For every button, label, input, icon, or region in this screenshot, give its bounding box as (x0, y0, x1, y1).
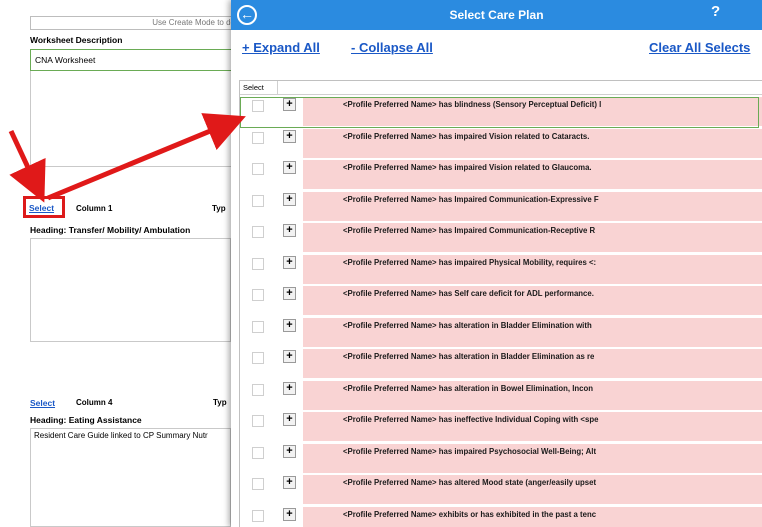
heading-row-4: Heading: Eating Assistance (30, 415, 142, 425)
care-plan-row[interactable]: + <Profile Preferred Name> has ineffectiv… (240, 412, 762, 442)
row-select-checkbox[interactable] (252, 446, 264, 459)
modal-header: Select Care Plan ← ? (231, 0, 762, 30)
care-plan-row[interactable]: + <Profile Preferred Name> has Impaired C… (240, 191, 762, 222)
row-select-checkbox[interactable] (252, 194, 264, 207)
row-select-checkbox[interactable] (252, 320, 264, 333)
row-text[interactable]: <Profile Preferred Name> has Impaired Co… (343, 195, 753, 204)
row-text[interactable]: <Profile Preferred Name> exhibits or has… (343, 510, 753, 519)
expand-row-icon[interactable]: + (283, 350, 296, 363)
column-4-content-text: Resident Care Guide linked to CP Summary… (34, 431, 208, 440)
care-plan-row[interactable]: + <Profile Preferred Name> has impaired V… (240, 160, 762, 190)
care-plan-row[interactable]: + <Profile Preferred Name> has altered Mo… (240, 475, 762, 505)
column-4-content-box[interactable]: Resident Care Guide linked to CP Summary… (30, 428, 231, 527)
heading-row-1: Heading: Transfer/ Mobility/ Ambulation (30, 225, 190, 235)
row-select-checkbox[interactable] (252, 478, 264, 490)
row-text[interactable]: <Profile Preferred Name> has impaired Ps… (343, 447, 753, 456)
row-select-checkbox[interactable] (252, 163, 264, 175)
expand-row-icon[interactable]: + (283, 444, 296, 458)
row-text[interactable]: <Profile Preferred Name> has impaired Ph… (343, 258, 753, 267)
column-4-label: Column 4 (76, 398, 113, 407)
care-plan-row[interactable]: + <Profile Preferred Name> has alteration… (240, 317, 762, 348)
care-plan-list[interactable]: Select + <Profile Preferred Name> has bli… (239, 80, 762, 527)
expand-row-icon[interactable]: + (283, 318, 296, 332)
expand-row-icon[interactable]: + (283, 476, 296, 489)
row-text[interactable]: <Profile Preferred Name> has alteration … (343, 352, 753, 361)
row-select-checkbox[interactable] (252, 415, 264, 427)
help-button[interactable]: ? (711, 3, 720, 20)
care-plan-row[interactable]: + <Profile Preferred Name> has impaired V… (240, 128, 762, 159)
circle-arrow-left-icon[interactable]: ← (237, 5, 257, 25)
expand-row-icon[interactable]: + (283, 381, 296, 395)
expand-row-icon[interactable]: + (283, 224, 296, 237)
care-plan-row[interactable]: + <Profile Preferred Name> has alteration… (240, 380, 762, 411)
expand-row-icon[interactable]: + (283, 129, 296, 143)
select-care-plan-modal: Select Care Plan ← ? + Expand All - Coll… (231, 0, 762, 527)
row-text[interactable]: <Profile Preferred Name> has impaired Vi… (343, 132, 753, 141)
collapse-all-link[interactable]: - Collapse All (351, 40, 433, 55)
clear-all-selects-link[interactable]: Clear All Selects (649, 40, 750, 55)
row-text[interactable]: <Profile Preferred Name> has Self care d… (343, 289, 753, 298)
row-select-checkbox[interactable] (252, 226, 264, 238)
heading-label: Heading: (30, 415, 67, 425)
column-1-content-box[interactable] (30, 238, 231, 342)
create-mode-hint: Use Create Mode to de (30, 16, 240, 30)
row-text[interactable]: <Profile Preferred Name> has Impaired Co… (343, 226, 753, 235)
row-select-checkbox[interactable] (252, 383, 264, 396)
row-select-checkbox[interactable] (252, 352, 264, 364)
worksheet-description-field[interactable]: CNA Worksheet (30, 49, 240, 71)
expand-row-icon[interactable]: + (283, 192, 296, 206)
type-label-4: Typ (213, 398, 227, 407)
highlighted-row-border (240, 97, 759, 128)
expand-row-icon[interactable]: + (283, 413, 296, 426)
type-label-1: Typ (212, 204, 226, 213)
worksheet-description-area[interactable] (30, 71, 240, 167)
row-select-checkbox[interactable] (252, 509, 264, 522)
row-select-checkbox[interactable] (252, 131, 264, 144)
heading-value-1[interactable]: Transfer/ Mobility/ Ambulation (69, 225, 191, 235)
expand-all-link[interactable]: + Expand All (242, 40, 320, 55)
expand-row-icon[interactable]: + (283, 507, 296, 521)
care-plan-row[interactable]: + <Profile Preferred Name> has impaired P… (240, 443, 762, 474)
care-plan-row[interactable]: + <Profile Preferred Name> has Self care … (240, 286, 762, 316)
select-highlight-box (23, 196, 65, 218)
row-text[interactable]: <Profile Preferred Name> has ineffective… (343, 415, 753, 424)
care-plan-row[interactable]: + <Profile Preferred Name> has alteration… (240, 349, 762, 379)
row-text[interactable]: <Profile Preferred Name> has altered Moo… (343, 478, 753, 487)
row-select-checkbox[interactable] (252, 289, 264, 301)
row-text[interactable]: <Profile Preferred Name> has alteration … (343, 321, 753, 330)
select-link-column-4[interactable]: Select (30, 398, 55, 408)
row-select-checkbox[interactable] (252, 257, 264, 270)
care-plan-row[interactable]: + <Profile Preferred Name> has impaired P… (240, 254, 762, 285)
heading-value-4[interactable]: Eating Assistance (69, 415, 142, 425)
row-text[interactable]: <Profile Preferred Name> has impaired Vi… (343, 163, 753, 172)
select-column-header: Select (243, 83, 264, 92)
modal-title: Select Care Plan (449, 8, 544, 22)
expand-row-icon[interactable]: + (283, 255, 296, 269)
row-text[interactable]: <Profile Preferred Name> has alteration … (343, 384, 753, 393)
care-plan-row[interactable]: + <Profile Preferred Name> exhibits or ha… (240, 506, 762, 527)
header-divider (277, 81, 278, 95)
worksheet-description-label: Worksheet Description (30, 35, 123, 45)
heading-label: Heading: (30, 225, 67, 235)
care-plan-row[interactable]: + <Profile Preferred Name> has Impaired C… (240, 223, 762, 253)
column-1-label: Column 1 (76, 204, 113, 213)
expand-row-icon[interactable]: + (283, 161, 296, 174)
expand-row-icon[interactable]: + (283, 287, 296, 300)
list-header: Select (240, 81, 762, 95)
